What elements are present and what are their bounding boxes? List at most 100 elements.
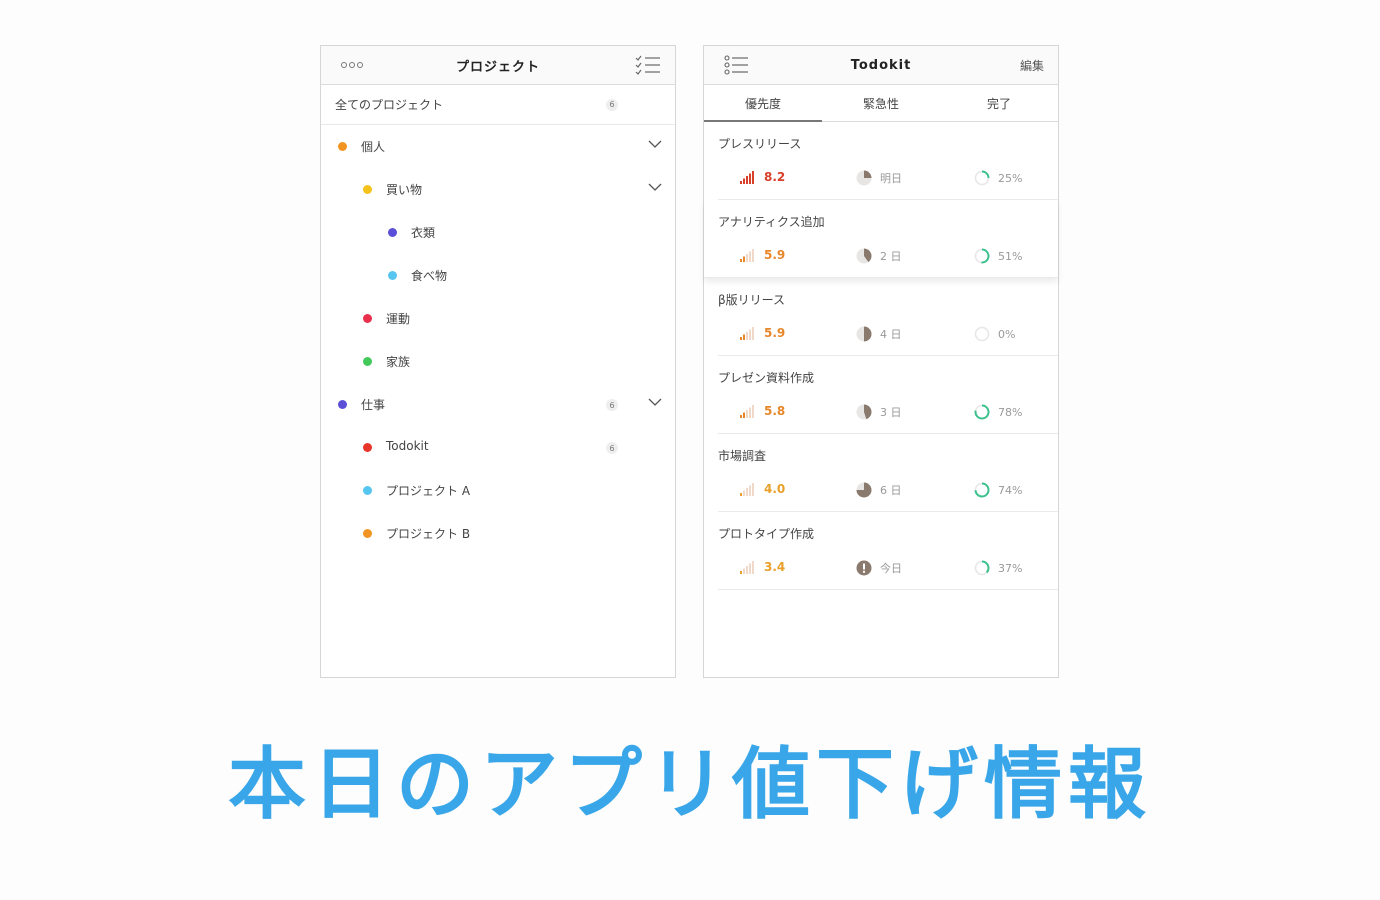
project-color-dot bbox=[363, 185, 372, 194]
project-row[interactable]: 家族 bbox=[321, 340, 675, 383]
completion-value: 0% bbox=[998, 327, 1016, 341]
task-row[interactable]: プレスリリース 8.2 明日 25% bbox=[718, 122, 1058, 200]
priority-value: 5.9 bbox=[764, 326, 786, 340]
urgency-pie-icon bbox=[856, 404, 872, 420]
progress-ring-icon bbox=[974, 482, 990, 498]
project-label: Todokit bbox=[386, 439, 429, 453]
project-row[interactable]: 運動 bbox=[321, 297, 675, 340]
completion-value: 74% bbox=[998, 483, 1023, 497]
task-urgency: 今日 bbox=[856, 560, 902, 576]
project-list: 個人買い物衣類食べ物運動家族仕事 6 Todokit 6 プロジェクト A プロジェクト … bbox=[321, 125, 675, 555]
projects-topbar: プロジェクト bbox=[321, 46, 675, 85]
task-title: プレスリリース bbox=[718, 137, 802, 151]
project-count-badge: 6 bbox=[606, 442, 618, 454]
project-label: プロジェクト B bbox=[386, 527, 471, 541]
urgency-pie-icon bbox=[856, 170, 872, 186]
task-title: β版リリース bbox=[718, 293, 786, 307]
task-priority: 5.9 bbox=[740, 248, 785, 262]
all-projects-count: 6 bbox=[606, 98, 618, 111]
more-button[interactable] bbox=[341, 46, 363, 84]
projects-panel: プロジェクト 全てのプロジェクト 6 個人 買い物 衣類 食べ物 運動 家族 仕事 6 Todo… bbox=[320, 45, 676, 678]
project-label: 家族 bbox=[386, 355, 411, 369]
task-row[interactable]: プロトタイプ作成 3.4 今日 37% bbox=[718, 512, 1058, 590]
project-color-dot bbox=[388, 228, 397, 237]
task-priority: 3.4 bbox=[740, 560, 785, 574]
task-row[interactable]: アナリティクス追加 5.9 2 日 51% bbox=[704, 200, 1058, 278]
tab-priority[interactable]: 優先度 bbox=[704, 85, 822, 121]
urgency-value: 4 日 bbox=[880, 328, 902, 341]
completion-value: 37% bbox=[998, 561, 1023, 575]
urgency-value: 今日 bbox=[880, 562, 902, 575]
chevron-down-icon[interactable] bbox=[648, 395, 662, 409]
project-row[interactable]: プロジェクト A bbox=[321, 469, 675, 512]
progress-ring-icon bbox=[974, 326, 990, 342]
completion-value: 51% bbox=[998, 249, 1023, 263]
task-list-button[interactable] bbox=[635, 46, 661, 84]
sidebar-toggle-button[interactable] bbox=[724, 46, 750, 84]
project-color-dot bbox=[388, 271, 397, 280]
progress-ring-icon bbox=[974, 170, 990, 186]
project-row[interactable]: 個人 bbox=[321, 125, 675, 168]
all-projects-row[interactable]: 全てのプロジェクト 6 bbox=[321, 85, 675, 125]
task-completion: 51% bbox=[974, 248, 1022, 264]
task-urgency: 明日 bbox=[856, 170, 902, 186]
project-count-badge: 6 bbox=[606, 399, 618, 411]
tab-urgency[interactable]: 緊急性 bbox=[822, 85, 940, 121]
chevron-down-icon[interactable] bbox=[648, 137, 662, 151]
completion-value: 78% bbox=[998, 405, 1023, 419]
chevron-down-icon[interactable] bbox=[648, 180, 662, 194]
task-completion: 78% bbox=[974, 404, 1022, 420]
tasks-panel: Todokit 編集 優先度 緊急性 完了 プレスリリース 8.2 明日 25% アナリ… bbox=[703, 45, 1059, 678]
priority-value: 4.0 bbox=[764, 482, 786, 496]
urgency-value: 明日 bbox=[880, 172, 902, 185]
task-title: アナリティクス追加 bbox=[718, 215, 825, 229]
list-icon bbox=[724, 55, 748, 75]
task-completion: 0% bbox=[974, 326, 1015, 342]
alert-icon bbox=[856, 560, 872, 576]
project-color-dot bbox=[363, 486, 372, 495]
project-color-dot bbox=[363, 443, 372, 452]
project-color-dot bbox=[338, 142, 347, 151]
task-priority: 5.9 bbox=[740, 326, 785, 340]
tab-completion[interactable]: 完了 bbox=[940, 85, 1058, 121]
project-row[interactable]: 買い物 bbox=[321, 168, 675, 211]
task-row[interactable]: 市場調査 4.0 6 日 74% bbox=[718, 434, 1058, 512]
task-priority: 8.2 bbox=[740, 170, 785, 184]
priority-bars-icon bbox=[740, 171, 754, 184]
task-urgency: 3 日 bbox=[856, 404, 902, 420]
task-priority: 5.8 bbox=[740, 404, 785, 418]
task-title: プレゼン資料作成 bbox=[718, 371, 815, 385]
urgency-pie-icon bbox=[856, 326, 872, 342]
urgency-pie-icon bbox=[856, 482, 872, 498]
project-label: 買い物 bbox=[386, 183, 423, 197]
project-row[interactable]: プロジェクト B bbox=[321, 512, 675, 555]
project-row[interactable]: 仕事 6 bbox=[321, 383, 675, 426]
project-label: 個人 bbox=[361, 140, 386, 154]
task-row[interactable]: プレゼン資料作成 5.8 3 日 78% bbox=[718, 356, 1058, 434]
project-label: 食べ物 bbox=[411, 269, 448, 283]
task-urgency: 6 日 bbox=[856, 482, 902, 498]
priority-value: 5.8 bbox=[764, 404, 786, 418]
priority-bars-icon bbox=[740, 483, 754, 496]
progress-ring-icon bbox=[974, 560, 990, 576]
task-row[interactable]: β版リリース 5.9 4 日 0% bbox=[718, 278, 1058, 356]
project-row[interactable]: 食べ物 bbox=[321, 254, 675, 297]
project-row[interactable]: Todokit 6 bbox=[321, 426, 675, 469]
task-urgency: 4 日 bbox=[856, 326, 902, 342]
project-color-dot bbox=[363, 314, 372, 323]
priority-value: 8.2 bbox=[764, 170, 786, 184]
completion-value: 25% bbox=[998, 171, 1023, 185]
task-urgency: 2 日 bbox=[856, 248, 902, 264]
project-label: 仕事 bbox=[361, 398, 386, 412]
urgency-value: 2 日 bbox=[880, 250, 902, 263]
priority-bars-icon bbox=[740, 327, 754, 340]
tasks-topbar: Todokit 編集 bbox=[704, 46, 1058, 85]
task-title: 市場調査 bbox=[718, 449, 767, 463]
project-row[interactable]: 衣類 bbox=[321, 211, 675, 254]
urgency-pie-icon bbox=[856, 248, 872, 264]
sort-tabs: 優先度 緊急性 完了 bbox=[704, 85, 1058, 122]
edit-button[interactable]: 編集 bbox=[1020, 46, 1044, 84]
urgency-value: 6 日 bbox=[880, 484, 902, 497]
progress-ring-icon bbox=[974, 404, 990, 420]
priority-value: 5.9 bbox=[764, 248, 786, 262]
